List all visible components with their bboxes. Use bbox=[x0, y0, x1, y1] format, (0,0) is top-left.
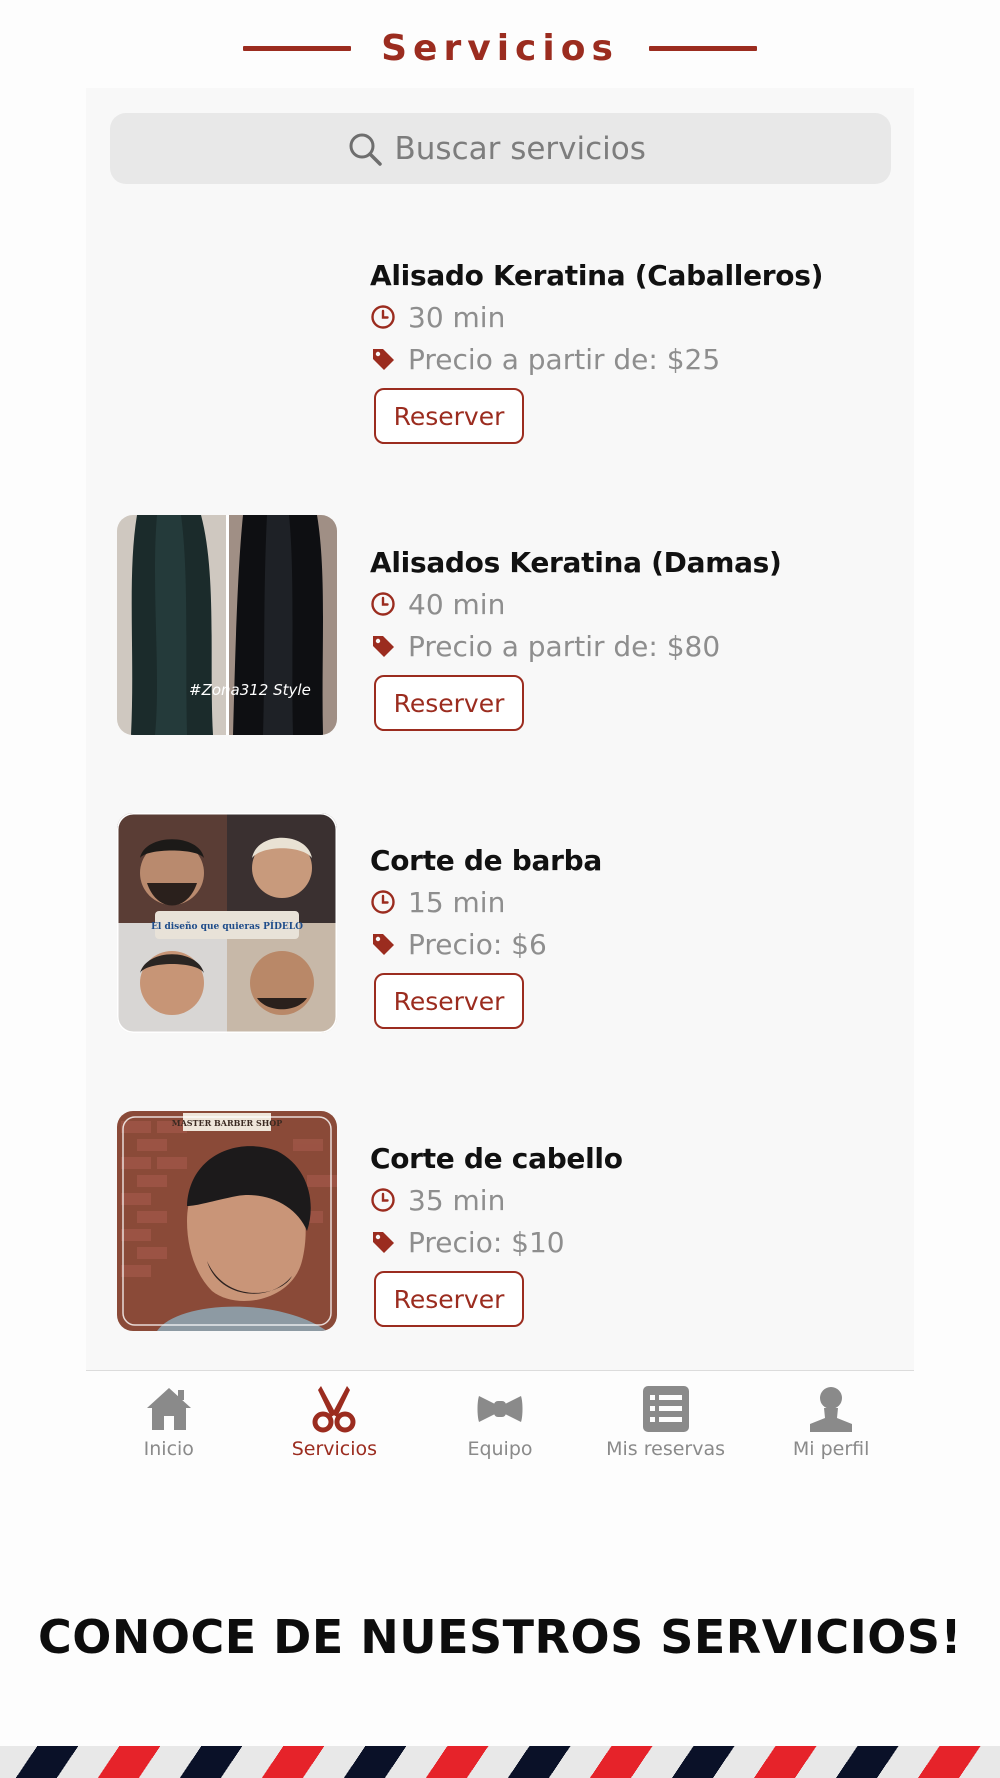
service-item: Alisado Keratina (Caballeros) 30 min Pre… bbox=[86, 228, 914, 458]
clock-icon bbox=[371, 890, 395, 914]
list-icon bbox=[642, 1386, 689, 1432]
price-text: Precio a partir de: $25 bbox=[408, 342, 721, 376]
image-caption: MASTER BARBER SHOP bbox=[172, 1118, 283, 1128]
tab-servicios[interactable]: Servicios bbox=[252, 1384, 418, 1474]
search-icon bbox=[349, 133, 382, 166]
price-text: Precio: $10 bbox=[408, 1225, 565, 1259]
service-item: #Zona312 Style Alisados Keratina (Damas)… bbox=[86, 515, 914, 745]
search-bar[interactable] bbox=[110, 113, 891, 184]
price-tag-icon bbox=[373, 349, 394, 370]
haircut-profile-photo: MASTER BARBER SHOP bbox=[117, 1111, 337, 1331]
service-price: Precio: $10 bbox=[370, 1221, 890, 1263]
page-header: Servicios bbox=[0, 18, 1000, 78]
service-image[interactable]: MASTER BARBER SHOP bbox=[117, 1111, 337, 1331]
header-right-rule bbox=[648, 45, 757, 51]
header-left-rule bbox=[243, 45, 352, 51]
service-info: Alisados Keratina (Damas) 40 min Precio … bbox=[370, 543, 890, 731]
page-title: Servicios bbox=[381, 27, 619, 69]
duration-text: 30 min bbox=[408, 300, 506, 334]
duration-text: 40 min bbox=[408, 587, 506, 621]
search-input[interactable] bbox=[394, 130, 655, 167]
service-duration: 40 min bbox=[370, 583, 890, 625]
duration-text: 15 min bbox=[408, 885, 506, 919]
tab-inicio[interactable]: Inicio bbox=[86, 1384, 252, 1474]
tab-mi-perfil[interactable]: Mi perfil bbox=[748, 1384, 914, 1474]
service-duration: 30 min bbox=[370, 296, 890, 338]
service-item: MASTER BARBER SHOP Corte de cabello 35 m… bbox=[86, 1111, 914, 1341]
service-name: Alisado Keratina (Caballeros) bbox=[370, 259, 824, 292]
service-duration: 15 min bbox=[370, 881, 890, 923]
service-item: El diseño que quieras PÍDELO Corte de ba… bbox=[86, 813, 914, 1043]
service-name: Corte de barba bbox=[370, 844, 602, 877]
price-tag-icon bbox=[373, 934, 394, 955]
tab-mis-reservas[interactable]: Mis reservas bbox=[583, 1384, 749, 1474]
tab-label: Servicios bbox=[291, 1438, 378, 1460]
clock-icon bbox=[371, 305, 395, 329]
clock-icon bbox=[371, 592, 395, 616]
long-hair-photo: #Zona312 Style bbox=[117, 515, 337, 735]
tab-equipo[interactable]: Equipo bbox=[417, 1384, 583, 1474]
service-info: Corte de cabello 35 min Precio: $10 Rese… bbox=[370, 1139, 890, 1327]
reserve-button[interactable]: Reserver bbox=[374, 388, 524, 444]
price-tag-icon bbox=[373, 636, 394, 657]
scissors-icon bbox=[312, 1386, 356, 1433]
service-price: Precio a partir de: $80 bbox=[370, 625, 890, 667]
price-text: Precio: $6 bbox=[408, 927, 547, 961]
tab-label: Equipo bbox=[467, 1438, 533, 1460]
user-icon bbox=[810, 1387, 853, 1432]
reserve-button[interactable]: Reserver bbox=[374, 675, 524, 731]
service-price: Precio: $6 bbox=[370, 923, 890, 965]
image-caption: El diseño que quieras PÍDELO bbox=[151, 920, 303, 932]
duration-text: 35 min bbox=[408, 1183, 506, 1217]
tab-label: Inicio bbox=[143, 1438, 194, 1460]
home-icon bbox=[146, 1388, 191, 1430]
beard-collage-photo: El diseño que quieras PÍDELO bbox=[117, 813, 337, 1033]
price-tag-icon bbox=[373, 1232, 394, 1253]
service-info: Alisado Keratina (Caballeros) 30 min Pre… bbox=[370, 256, 890, 444]
reserve-button[interactable]: Reserver bbox=[374, 1271, 524, 1327]
bowtie-icon bbox=[477, 1396, 523, 1422]
service-name: Alisados Keratina (Damas) bbox=[370, 546, 782, 579]
promo-banner-text: CONOCE DE NUESTROS SERVICIOS! bbox=[37, 1610, 962, 1664]
service-image[interactable]: El diseño que quieras PÍDELO bbox=[117, 813, 337, 1033]
bottom-tab-bar: Inicio Servicios Equipo Mis reservas Mi … bbox=[86, 1384, 914, 1474]
image-caption: #Zona312 Style bbox=[189, 681, 311, 699]
clock-icon bbox=[371, 1188, 395, 1212]
service-name: Corte de cabello bbox=[370, 1142, 623, 1175]
tab-label: Mi perfil bbox=[792, 1438, 870, 1460]
service-info: Corte de barba 15 min Precio: $6 Reserve… bbox=[370, 841, 890, 1029]
barber-stripe-decoration bbox=[0, 1746, 1000, 1778]
services-panel: Alisado Keratina (Caballeros) 30 min Pre… bbox=[86, 88, 914, 1371]
service-duration: 35 min bbox=[370, 1179, 890, 1221]
service-image[interactable]: #Zona312 Style bbox=[117, 515, 337, 735]
tab-label: Mis reservas bbox=[606, 1438, 726, 1460]
service-price: Precio a partir de: $25 bbox=[370, 338, 890, 380]
price-text: Precio a partir de: $80 bbox=[408, 629, 721, 663]
reserve-button[interactable]: Reserver bbox=[374, 973, 524, 1029]
